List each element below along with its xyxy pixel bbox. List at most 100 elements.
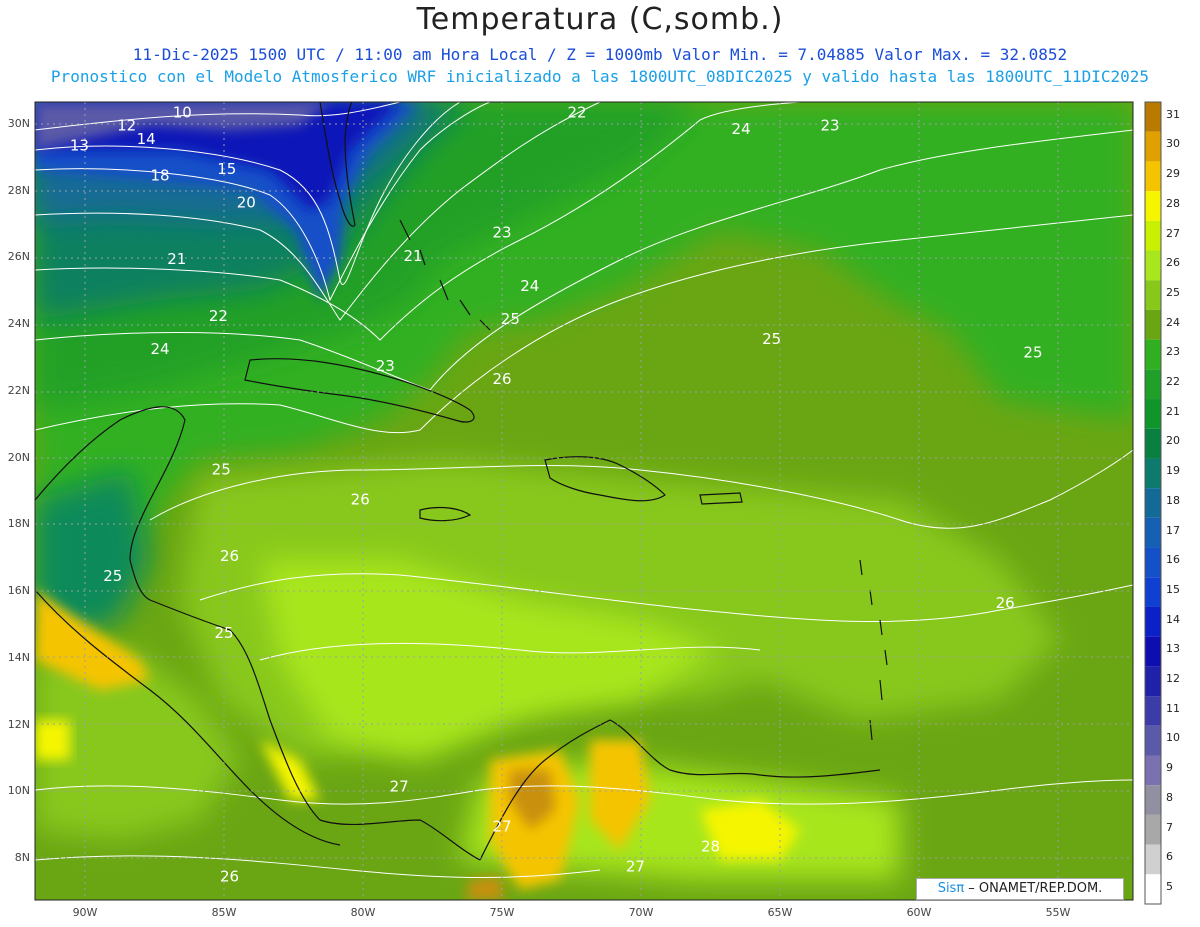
- colorbar-swatch: [1145, 280, 1161, 310]
- contour-label: 26: [220, 867, 239, 885]
- colorbar-label: 11: [1166, 701, 1180, 715]
- colorbar-label: 12: [1166, 672, 1180, 686]
- contour-label: 27: [626, 857, 645, 875]
- contour-label: 22: [568, 103, 587, 121]
- latitude-tick: 16N: [7, 584, 30, 598]
- colorbar-swatch: [1145, 488, 1161, 518]
- latitude-tick: 8N: [14, 851, 30, 864]
- contour-label: 23: [376, 357, 395, 375]
- subtitle-model-run: Pronostico con el Modelo Atmosferico WRF…: [50, 67, 1150, 86]
- latitude-tick: 22N: [7, 383, 30, 397]
- colorbar-label: 21: [1166, 404, 1180, 418]
- contour-label: 12: [117, 117, 136, 135]
- colorbar-swatch: [1145, 428, 1161, 459]
- colorbar-label: 25: [1166, 285, 1180, 299]
- colorbar-label: 24: [1166, 315, 1180, 329]
- longitude-tick: 60W: [906, 906, 932, 919]
- latitude-tick: 26N: [7, 250, 30, 264]
- colorbar-label: 27: [1166, 226, 1180, 240]
- contour-label: 23: [820, 117, 839, 135]
- longitude-tick: 80W: [350, 906, 376, 919]
- longitude-tick: 85W: [211, 906, 237, 919]
- latitude-tick: 14N: [7, 650, 30, 664]
- colorbar-swatch: [1145, 517, 1161, 548]
- contour-label: 25: [501, 310, 520, 328]
- contour-label: 21: [403, 247, 422, 265]
- contour-label: 25: [762, 330, 781, 348]
- credit-box: Sisπ – ONAMET/REP.DOM.: [916, 878, 1124, 900]
- latitude-tick: 10N: [7, 784, 30, 798]
- longitude-tick: 90W: [72, 906, 98, 919]
- contour-label: 20: [237, 193, 256, 211]
- colorbar-label: 29: [1166, 167, 1180, 181]
- contour-label: 28: [701, 837, 720, 855]
- temperature-map: 101213 1415182021 212222232323242424252525…: [34, 101, 1162, 905]
- colorbar-label: 8: [1166, 790, 1173, 804]
- map-title: Temperatura (C,somb.): [416, 2, 784, 37]
- contour-label: 21: [167, 250, 186, 268]
- longitude-tick: 65W: [767, 906, 793, 919]
- colorbar-label: 20: [1166, 434, 1180, 448]
- contour-label: 14: [137, 130, 156, 148]
- colorbar-swatch: [1145, 666, 1161, 697]
- contour-label: 24: [151, 340, 170, 358]
- colorbar-label: 14: [1166, 612, 1180, 626]
- colorbar-label: 17: [1166, 523, 1180, 537]
- colorbar-label: 13: [1166, 642, 1180, 656]
- colorbar-swatch: [1145, 844, 1161, 875]
- latitude-tick: 18N: [7, 517, 30, 531]
- colorbar-swatch: [1145, 161, 1161, 192]
- contour-label: 25: [103, 567, 122, 585]
- contour-label: 24: [732, 120, 751, 138]
- latitude-tick: 30N: [7, 117, 30, 130]
- contour-label: 10: [173, 103, 192, 121]
- contour-label: 18: [151, 167, 170, 185]
- latitude-tick: 28N: [7, 183, 30, 197]
- colorbar-label: 7: [1166, 820, 1173, 834]
- colorbar-swatch: [1145, 399, 1161, 429]
- colorbar-swatch: [1145, 577, 1161, 607]
- contour-label: 26: [492, 370, 511, 388]
- colorbar-swatch: [1145, 458, 1161, 489]
- longitude-tick: 70W: [628, 906, 654, 919]
- contour-label: 13: [70, 137, 89, 155]
- colorbar: [1144, 101, 1162, 905]
- colorbar-label: 10: [1166, 731, 1180, 745]
- colorbar-label: 28: [1166, 196, 1180, 210]
- colorbar-swatch: [1145, 191, 1161, 221]
- contour-label: 25: [212, 460, 231, 478]
- credit-text: – ONAMET/REP.DOM.: [964, 881, 1103, 896]
- contour-label: 15: [217, 160, 236, 178]
- contour-label: 26: [351, 490, 370, 508]
- colorbar-swatch: [1145, 220, 1161, 251]
- contour-label: 23: [492, 223, 511, 241]
- colorbar-label: 19: [1166, 464, 1180, 478]
- contour-label: 26: [220, 547, 239, 565]
- longitude-tick: 75W: [489, 906, 515, 919]
- colorbar-label: 30: [1166, 137, 1180, 151]
- contour-label: 24: [520, 277, 539, 295]
- contour-label: 25: [1023, 344, 1042, 362]
- contour-label: 27: [492, 817, 511, 835]
- colorbar-swatch: [1145, 814, 1161, 845]
- colorbar-swatch: [1145, 725, 1161, 756]
- latitude-tick: 20N: [7, 450, 30, 464]
- longitude-tick: 55W: [1045, 906, 1071, 919]
- colorbar-swatch: [1145, 547, 1161, 578]
- latitude-tick: 12N: [7, 717, 30, 731]
- colorbar-swatch: [1145, 339, 1161, 370]
- colorbar-swatch: [1145, 755, 1161, 786]
- colorbar-label: 16: [1166, 553, 1180, 567]
- contour-label: 25: [214, 624, 233, 642]
- colorbar-label: 5: [1166, 880, 1173, 893]
- colorbar-swatch: [1145, 785, 1161, 815]
- colorbar-label: 31: [1166, 107, 1180, 121]
- contour-label: 26: [996, 594, 1015, 612]
- subtitle-valid-time: 11-Dic-2025 1500 UTC / 11:00 am Hora Loc…: [132, 45, 1068, 64]
- colorbar-swatch: [1145, 874, 1161, 904]
- contour-label: 22: [209, 307, 228, 325]
- colorbar-swatch: [1145, 696, 1161, 726]
- colorbar-swatch: [1145, 606, 1161, 637]
- colorbar-label: 26: [1166, 256, 1180, 270]
- colorbar-label: 22: [1166, 375, 1180, 389]
